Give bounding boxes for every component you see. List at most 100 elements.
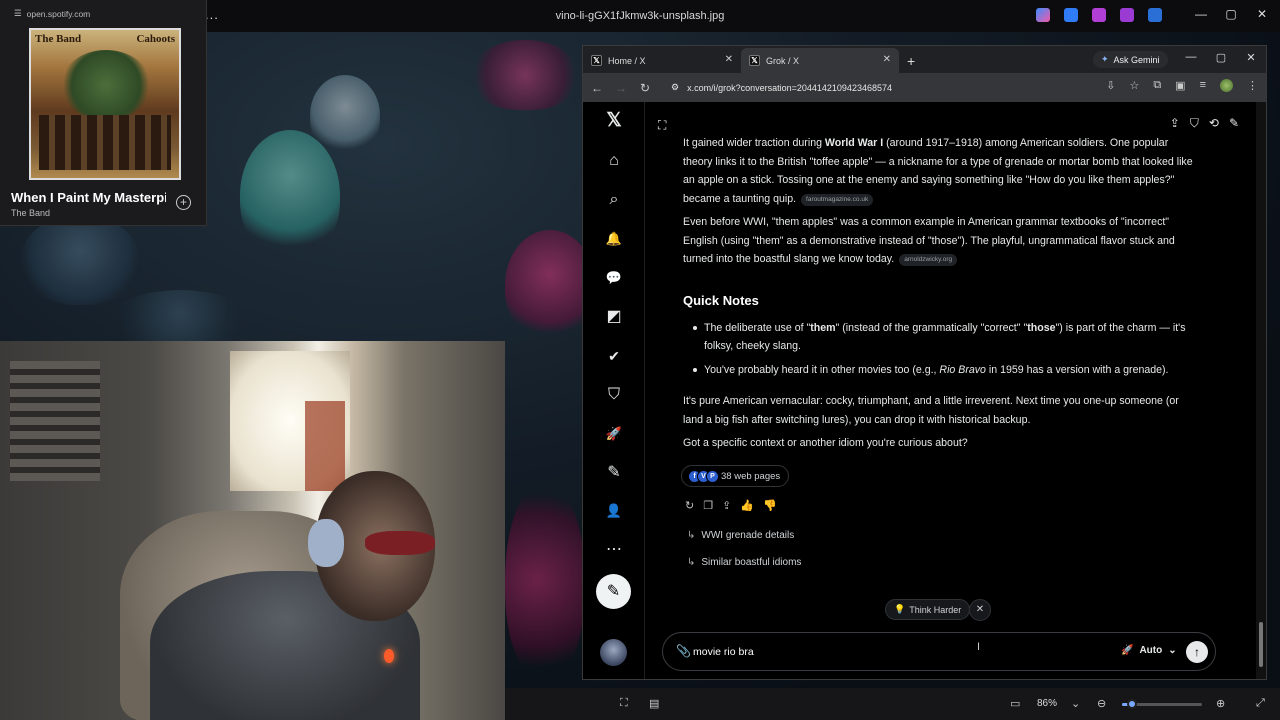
- copilot-icon[interactable]: [1036, 8, 1050, 22]
- home-icon[interactable]: ⌂: [603, 150, 625, 172]
- track-artist[interactable]: The Band: [11, 208, 50, 218]
- new-chat-icon[interactable]: ✎: [1229, 116, 1239, 131]
- spotify-url-text: open.spotify.com: [26, 8, 91, 19]
- response-paragraph: It's pure American vernacular: cocky, tr…: [683, 395, 1179, 426]
- track-title: When I Paint My Masterpiece: [11, 190, 166, 205]
- split-view-icon[interactable]: ▣: [1175, 79, 1185, 92]
- globe-icon: P: [706, 469, 719, 483]
- viewer-more-button[interactable]: ...: [205, 7, 219, 22]
- compose-post-button[interactable]: ✎: [596, 574, 631, 609]
- app-icon[interactable]: [1064, 8, 1078, 22]
- bookmarks-icon[interactable]: ⛉: [603, 384, 625, 406]
- x-favicon-icon: 𝕏: [591, 55, 602, 66]
- chat-toolbar: ⇪ ⛉ ⟲ ✎: [1170, 116, 1239, 131]
- expand-icon[interactable]: ⛶: [658, 118, 666, 133]
- think-harder-button[interactable]: 💡 Think Harder: [885, 599, 971, 620]
- taskbar-tray: [1036, 8, 1162, 22]
- web-pages-label: 38 web pages: [721, 470, 781, 482]
- zoom-slider-knob[interactable]: [1126, 699, 1137, 709]
- browser-maximize-button[interactable]: ▢: [1206, 51, 1236, 64]
- dismiss-think-icon[interactable]: ✕: [969, 599, 991, 621]
- x-logo-icon[interactable]: 𝕏: [603, 110, 625, 132]
- articles-edit-icon[interactable]: ✎: [603, 462, 625, 484]
- app-icon[interactable]: [1092, 8, 1106, 22]
- browser-minimize-button[interactable]: —: [1176, 51, 1206, 63]
- browser-window: 𝕏 Home / X ✕ 𝕏 Grok / X ✕ + ✦ Ask Gemini…: [582, 45, 1267, 680]
- viewer-close-button[interactable]: ✕: [1247, 7, 1277, 21]
- cloud-icon[interactable]: [1148, 8, 1162, 22]
- chat-input[interactable]: [693, 643, 993, 661]
- premium-rocket-icon[interactable]: 🚀: [603, 423, 625, 445]
- verified-icon[interactable]: ✔: [603, 345, 625, 367]
- history-icon[interactable]: ⟲: [1209, 116, 1219, 131]
- followup-label: Similar boastful idioms: [701, 557, 802, 568]
- lightbulb-icon: 💡: [894, 604, 906, 614]
- followup-suggestion[interactable]: ↳ Similar boastful idioms: [687, 557, 801, 568]
- text-scan-icon[interactable]: ▤: [649, 697, 659, 710]
- viewer-bottom-toolbar: ⛶ ▤ ▭ 86% ⌄ ⊖ ⊕ ⤢: [505, 688, 1280, 720]
- search-icon[interactable]: ⌕: [603, 189, 625, 211]
- fit-screen-icon[interactable]: ▭: [1010, 697, 1020, 710]
- zoom-level[interactable]: 86%: [1037, 698, 1057, 709]
- web-pages-chip[interactable]: fVP 38 web pages: [681, 465, 790, 487]
- bold-text: those: [1027, 322, 1056, 334]
- install-app-icon[interactable]: ⇩: [1106, 79, 1115, 92]
- messages-icon[interactable]: 💬: [603, 267, 625, 289]
- media-icon[interactable]: ≡: [1200, 79, 1206, 92]
- think-harder-label: Think Harder: [909, 604, 962, 615]
- ask-gemini-button[interactable]: ✦ Ask Gemini: [1093, 51, 1168, 68]
- browser-close-button[interactable]: ✕: [1236, 51, 1266, 64]
- close-tab-icon[interactable]: ✕: [725, 54, 733, 65]
- source-chip[interactable]: faroutmagazine.co.uk: [801, 193, 874, 206]
- headphones: [308, 519, 344, 567]
- reload-icon[interactable]: ↻: [633, 81, 657, 95]
- list-item: The deliberate use of "them" (instead of…: [693, 319, 1204, 355]
- new-tab-button[interactable]: +: [907, 53, 915, 69]
- viewer-minimize-button[interactable]: —: [1186, 7, 1216, 21]
- followup-suggestion[interactable]: ↳ WWI grenade details: [687, 530, 794, 541]
- mode-label: Auto: [1139, 645, 1163, 656]
- scrollbar-thumb[interactable]: [1259, 622, 1263, 667]
- focus-icon[interactable]: ⛶: [620, 697, 628, 710]
- list-text: The deliberate use of ": [704, 322, 811, 334]
- profile-icon[interactable]: 👤: [603, 500, 625, 522]
- list-item: You've probably heard it in other movies…: [693, 361, 1204, 379]
- copy-icon[interactable]: ❐: [703, 499, 713, 512]
- page-scrollbar[interactable]: [1256, 102, 1266, 679]
- regenerate-icon[interactable]: ↻: [685, 499, 694, 512]
- zoom-slider[interactable]: [1122, 699, 1202, 709]
- chevron-down-icon[interactable]: ⌄: [1071, 697, 1080, 710]
- grok-icon[interactable]: ◩: [603, 306, 625, 328]
- url-bar[interactable]: ⚙ x.com/i/grok?conversation=204414210942…: [663, 77, 1073, 98]
- share-icon[interactable]: ⇪: [722, 499, 731, 512]
- extensions-icon[interactable]: ⧉: [1153, 79, 1161, 92]
- toolbar-icons: ⇩ ☆ ⧉ ▣ ≡ ⋮: [1106, 79, 1258, 92]
- fullscreen-icon[interactable]: ⤢: [1256, 697, 1265, 710]
- zoom-in-icon[interactable]: ⊕: [1216, 697, 1225, 710]
- menu-icon[interactable]: ⋮: [1247, 79, 1258, 92]
- tab-home-x[interactable]: 𝕏 Home / X ✕: [583, 48, 741, 73]
- thumbs-down-icon[interactable]: 👎: [763, 499, 777, 512]
- add-to-library-button[interactable]: +: [176, 195, 191, 210]
- viewer-maximize-button[interactable]: ▢: [1216, 7, 1246, 21]
- site-info-icon[interactable]: ⚙: [671, 82, 679, 93]
- mode-selector[interactable]: 🚀 Auto ⌄: [1121, 645, 1177, 656]
- tab-grok-x[interactable]: 𝕏 Grok / X ✕: [741, 48, 899, 73]
- more-icon[interactable]: ⋯: [603, 539, 625, 561]
- notifications-icon[interactable]: 🔔: [603, 228, 625, 250]
- bookmark-icon[interactable]: ⛉: [1190, 116, 1199, 131]
- zoom-out-icon[interactable]: ⊖: [1097, 697, 1106, 710]
- profile-avatar[interactable]: [1220, 79, 1233, 92]
- bookmark-star-icon[interactable]: ☆: [1129, 79, 1139, 92]
- close-tab-icon[interactable]: ✕: [883, 54, 891, 65]
- forward-icon[interactable]: →: [609, 81, 633, 95]
- thumbs-up-icon[interactable]: 👍: [740, 499, 754, 512]
- account-avatar[interactable]: [600, 639, 627, 666]
- attach-icon[interactable]: 📎: [676, 644, 691, 658]
- url-text: x.com/i/grok?conversation=20441421094234…: [687, 82, 892, 93]
- share-icon[interactable]: ⇪: [1170, 116, 1180, 131]
- source-chip[interactable]: arnoldzwicky.org: [899, 254, 958, 266]
- send-button[interactable]: ↑: [1186, 641, 1208, 663]
- back-icon[interactable]: ←: [585, 81, 609, 95]
- app-icon[interactable]: [1120, 8, 1134, 22]
